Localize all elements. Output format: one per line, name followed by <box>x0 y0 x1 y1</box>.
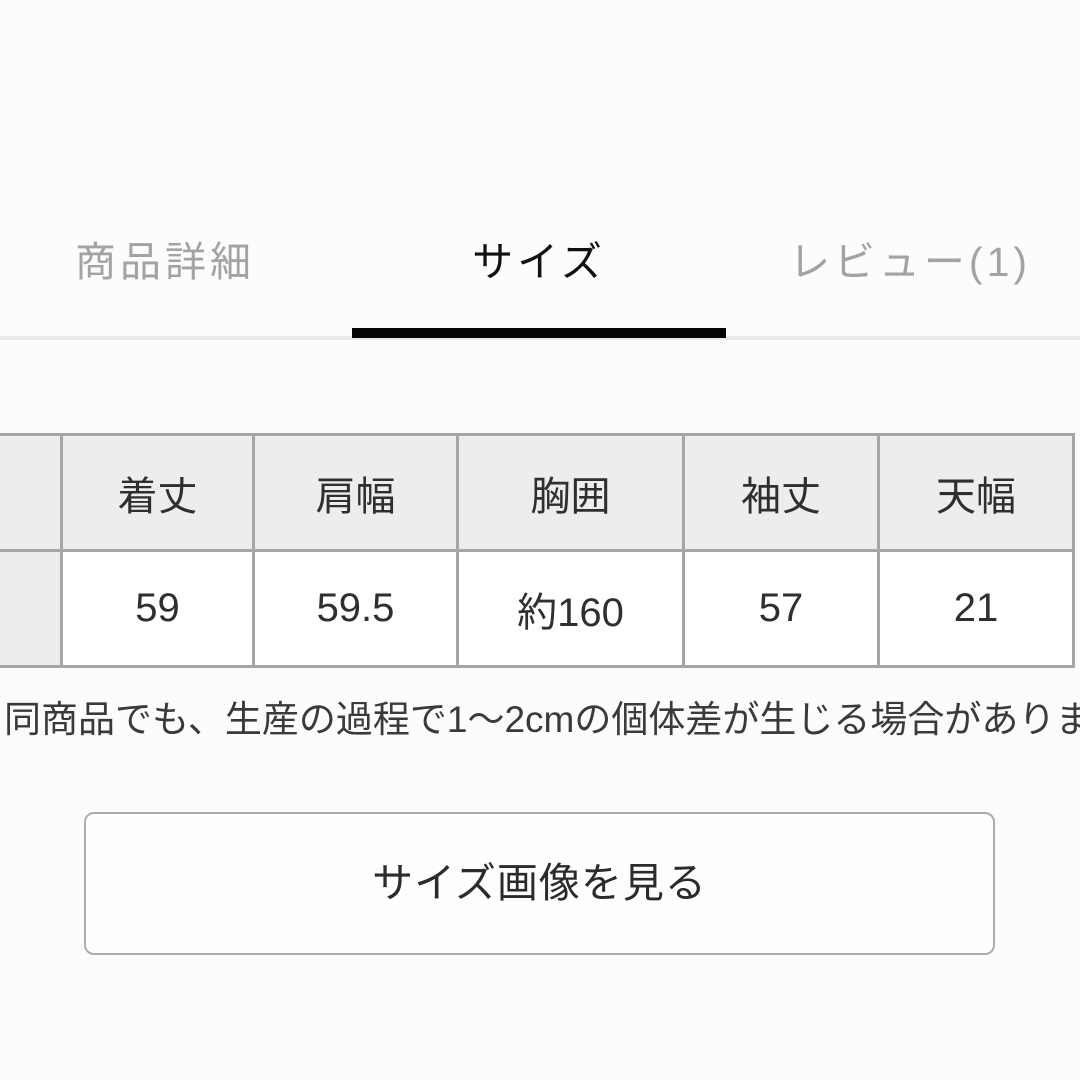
table-header-cell: 着丈 <box>60 433 255 552</box>
table-header-cell: 袖丈 <box>682 433 880 552</box>
tab-size[interactable]: サイズ <box>352 210 726 314</box>
size-table: 着丈 肩幅 胸囲 袖丈 天幅 59 59.5 約160 57 21 <box>0 433 1075 668</box>
size-variance-note: 同商品でも、生産の過程で1〜2cmの個体差が生じる場合があります。 <box>4 699 1080 740</box>
table-header-cell: 肩幅 <box>252 433 459 552</box>
top-blank-area <box>0 0 1080 210</box>
table-cell: 59 <box>60 549 255 668</box>
table-header-cell: 胸囲 <box>456 433 685 552</box>
table-row-label-cell <box>0 549 63 668</box>
tab-product-details[interactable]: 商品詳細 <box>0 210 330 314</box>
table-row: 59 59.5 約160 57 21 <box>0 549 1075 668</box>
table-cell: 約160 <box>456 549 685 668</box>
table-cell: 21 <box>877 549 1075 668</box>
size-table-container: 着丈 肩幅 胸囲 袖丈 天幅 59 59.5 約160 57 21 <box>0 433 1080 668</box>
product-tab-bar: 商品詳細 サイズ レビュー(1) <box>0 210 1080 346</box>
table-header-cell: 天幅 <box>877 433 1075 552</box>
active-tab-underline <box>352 328 726 338</box>
view-size-image-button[interactable]: サイズ画像を見る <box>84 812 995 955</box>
table-cell: 57 <box>682 549 880 668</box>
table-header-row: 着丈 肩幅 胸囲 袖丈 天幅 <box>0 433 1075 552</box>
table-corner-cell <box>0 433 63 552</box>
table-cell: 59.5 <box>252 549 459 668</box>
tab-reviews[interactable]: レビュー(1) <box>740 210 1080 314</box>
